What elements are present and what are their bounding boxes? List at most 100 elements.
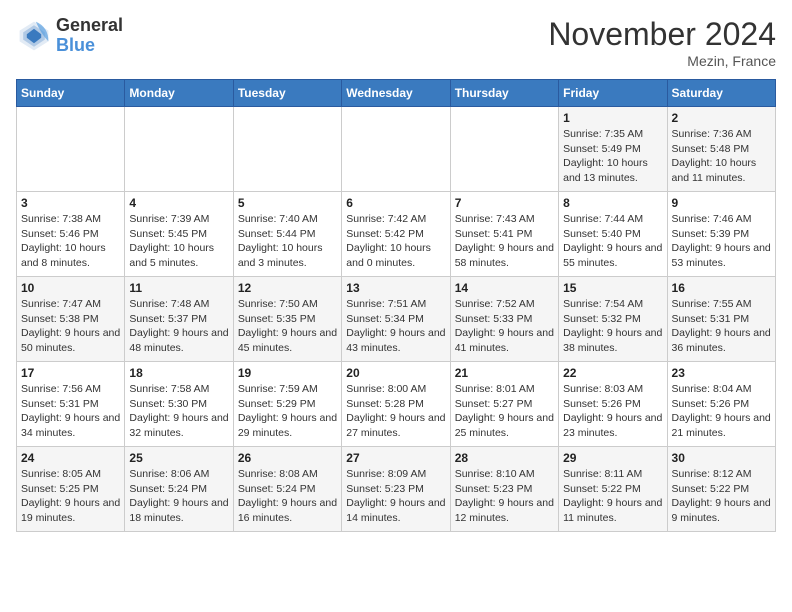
calendar-cell: 3Sunrise: 7:38 AMSunset: 5:46 PMDaylight… bbox=[17, 192, 125, 277]
day-info: Sunrise: 7:36 AMSunset: 5:48 PMDaylight:… bbox=[672, 127, 771, 186]
day-info: Sunrise: 8:10 AMSunset: 5:23 PMDaylight:… bbox=[455, 467, 554, 526]
day-number: 25 bbox=[129, 451, 228, 465]
day-number: 23 bbox=[672, 366, 771, 380]
day-number: 4 bbox=[129, 196, 228, 210]
day-info: Sunrise: 7:43 AMSunset: 5:41 PMDaylight:… bbox=[455, 212, 554, 271]
logo: General Blue bbox=[16, 16, 123, 56]
day-info: Sunrise: 8:05 AMSunset: 5:25 PMDaylight:… bbox=[21, 467, 120, 526]
day-info: Sunrise: 7:54 AMSunset: 5:32 PMDaylight:… bbox=[563, 297, 662, 356]
day-info: Sunrise: 8:11 AMSunset: 5:22 PMDaylight:… bbox=[563, 467, 662, 526]
calendar-cell bbox=[233, 107, 341, 192]
day-number: 18 bbox=[129, 366, 228, 380]
day-number: 26 bbox=[238, 451, 337, 465]
day-info: Sunrise: 7:39 AMSunset: 5:45 PMDaylight:… bbox=[129, 212, 228, 271]
weekday-header-monday: Monday bbox=[125, 80, 233, 107]
calendar-cell: 6 Sunrise: 7:42 AMSunset: 5:42 PMDaylight… bbox=[342, 192, 450, 277]
calendar-cell: 16 Sunrise: 7:55 AMSunset: 5:31 PMDayligh… bbox=[667, 277, 775, 362]
day-number: 3 bbox=[21, 196, 120, 210]
calendar-cell: 18 Sunrise: 7:58 AMSunset: 5:30 PMDayligh… bbox=[125, 362, 233, 447]
calendar-cell: 2 Sunrise: 7:36 AMSunset: 5:48 PMDaylight… bbox=[667, 107, 775, 192]
day-number: 16 bbox=[672, 281, 771, 295]
day-info: Sunrise: 7:46 AMSunset: 5:39 PMDaylight:… bbox=[672, 212, 771, 271]
day-number: 7 bbox=[455, 196, 554, 210]
day-number: 27 bbox=[346, 451, 445, 465]
calendar-cell: 14 Sunrise: 7:52 AMSunset: 5:33 PMDayligh… bbox=[450, 277, 558, 362]
day-number: 10 bbox=[21, 281, 120, 295]
day-number: 29 bbox=[563, 451, 662, 465]
page-header: General Blue November 2024 Mezin, France bbox=[16, 16, 776, 69]
day-number: 9 bbox=[672, 196, 771, 210]
day-number: 28 bbox=[455, 451, 554, 465]
calendar-cell: 19 Sunrise: 7:59 AMSunset: 5:29 PMDayligh… bbox=[233, 362, 341, 447]
day-number: 5 bbox=[238, 196, 337, 210]
calendar-cell: 22 Sunrise: 8:03 AMSunset: 5:26 PMDayligh… bbox=[559, 362, 667, 447]
day-number: 24 bbox=[21, 451, 120, 465]
weekday-header-wednesday: Wednesday bbox=[342, 80, 450, 107]
calendar-cell: 26 Sunrise: 8:08 AMSunset: 5:24 PMDayligh… bbox=[233, 447, 341, 532]
day-number: 14 bbox=[455, 281, 554, 295]
calendar-week-1: 1 Sunrise: 7:35 AMSunset: 5:49 PMDaylight… bbox=[17, 107, 776, 192]
day-number: 1 bbox=[563, 111, 662, 125]
day-info: Sunrise: 8:12 AMSunset: 5:22 PMDaylight:… bbox=[672, 467, 771, 526]
calendar-body: 1 Sunrise: 7:35 AMSunset: 5:49 PMDaylight… bbox=[17, 107, 776, 532]
location: Mezin, France bbox=[548, 53, 776, 69]
day-info: Sunrise: 7:35 AMSunset: 5:49 PMDaylight:… bbox=[563, 127, 662, 186]
calendar-cell: 17 Sunrise: 7:56 AMSunset: 5:31 PMDayligh… bbox=[17, 362, 125, 447]
day-number: 11 bbox=[129, 281, 228, 295]
day-info: Sunrise: 8:08 AMSunset: 5:24 PMDaylight:… bbox=[238, 467, 337, 526]
calendar-cell: 10Sunrise: 7:47 AMSunset: 5:38 PMDayligh… bbox=[17, 277, 125, 362]
calendar-cell bbox=[342, 107, 450, 192]
day-info: Sunrise: 7:58 AMSunset: 5:30 PMDaylight:… bbox=[129, 382, 228, 441]
weekday-header-friday: Friday bbox=[559, 80, 667, 107]
calendar-week-5: 24 Sunrise: 8:05 AMSunset: 5:25 PMDayligh… bbox=[17, 447, 776, 532]
weekday-header-row: SundayMondayTuesdayWednesdayThursdayFrid… bbox=[17, 80, 776, 107]
day-info: Sunrise: 8:09 AMSunset: 5:23 PMDaylight:… bbox=[346, 467, 445, 526]
calendar-cell: 20Sunrise: 8:00 AMSunset: 5:28 PMDayligh… bbox=[342, 362, 450, 447]
calendar-cell: 21 Sunrise: 8:01 AMSunset: 5:27 PMDayligh… bbox=[450, 362, 558, 447]
month-title: November 2024 bbox=[548, 16, 776, 53]
day-number: 13 bbox=[346, 281, 445, 295]
calendar-cell bbox=[17, 107, 125, 192]
day-number: 30 bbox=[672, 451, 771, 465]
day-number: 2 bbox=[672, 111, 771, 125]
calendar-cell: 8Sunrise: 7:44 AMSunset: 5:40 PMDaylight… bbox=[559, 192, 667, 277]
logo-text: General Blue bbox=[56, 16, 123, 56]
day-info: Sunrise: 7:48 AMSunset: 5:37 PMDaylight:… bbox=[129, 297, 228, 356]
calendar-cell: 9 Sunrise: 7:46 AMSunset: 5:39 PMDaylight… bbox=[667, 192, 775, 277]
calendar-table: SundayMondayTuesdayWednesdayThursdayFrid… bbox=[16, 79, 776, 532]
day-info: Sunrise: 8:01 AMSunset: 5:27 PMDaylight:… bbox=[455, 382, 554, 441]
day-number: 6 bbox=[346, 196, 445, 210]
day-number: 21 bbox=[455, 366, 554, 380]
weekday-header-tuesday: Tuesday bbox=[233, 80, 341, 107]
calendar-cell: 24 Sunrise: 8:05 AMSunset: 5:25 PMDayligh… bbox=[17, 447, 125, 532]
calendar-cell: 13 Sunrise: 7:51 AMSunset: 5:34 PMDayligh… bbox=[342, 277, 450, 362]
calendar-cell: 11 Sunrise: 7:48 AMSunset: 5:37 PMDayligh… bbox=[125, 277, 233, 362]
calendar-cell bbox=[450, 107, 558, 192]
day-number: 17 bbox=[21, 366, 120, 380]
calendar-cell: 23Sunrise: 8:04 AMSunset: 5:26 PMDayligh… bbox=[667, 362, 775, 447]
day-number: 22 bbox=[563, 366, 662, 380]
day-info: Sunrise: 8:06 AMSunset: 5:24 PMDaylight:… bbox=[129, 467, 228, 526]
day-info: Sunrise: 7:50 AMSunset: 5:35 PMDaylight:… bbox=[238, 297, 337, 356]
weekday-header-sunday: Sunday bbox=[17, 80, 125, 107]
day-number: 15 bbox=[563, 281, 662, 295]
calendar-cell: 15 Sunrise: 7:54 AMSunset: 5:32 PMDayligh… bbox=[559, 277, 667, 362]
calendar-cell: 4 Sunrise: 7:39 AMSunset: 5:45 PMDaylight… bbox=[125, 192, 233, 277]
day-number: 19 bbox=[238, 366, 337, 380]
day-info: Sunrise: 7:52 AMSunset: 5:33 PMDaylight:… bbox=[455, 297, 554, 356]
day-number: 8 bbox=[563, 196, 662, 210]
day-info: Sunrise: 8:03 AMSunset: 5:26 PMDaylight:… bbox=[563, 382, 662, 441]
day-info: Sunrise: 7:40 AMSunset: 5:44 PMDaylight:… bbox=[238, 212, 337, 271]
calendar-cell: 28 Sunrise: 8:10 AMSunset: 5:23 PMDayligh… bbox=[450, 447, 558, 532]
day-number: 20 bbox=[346, 366, 445, 380]
day-info: Sunrise: 7:51 AMSunset: 5:34 PMDaylight:… bbox=[346, 297, 445, 356]
day-info: Sunrise: 7:42 AMSunset: 5:42 PMDaylight:… bbox=[346, 212, 445, 271]
day-number: 12 bbox=[238, 281, 337, 295]
calendar-week-2: 3Sunrise: 7:38 AMSunset: 5:46 PMDaylight… bbox=[17, 192, 776, 277]
day-info: Sunrise: 7:59 AMSunset: 5:29 PMDaylight:… bbox=[238, 382, 337, 441]
day-info: Sunrise: 7:56 AMSunset: 5:31 PMDaylight:… bbox=[21, 382, 120, 441]
calendar-cell: 27 Sunrise: 8:09 AMSunset: 5:23 PMDayligh… bbox=[342, 447, 450, 532]
day-info: Sunrise: 7:55 AMSunset: 5:31 PMDaylight:… bbox=[672, 297, 771, 356]
weekday-header-thursday: Thursday bbox=[450, 80, 558, 107]
calendar-cell: 30 Sunrise: 8:12 AMSunset: 5:22 PMDayligh… bbox=[667, 447, 775, 532]
